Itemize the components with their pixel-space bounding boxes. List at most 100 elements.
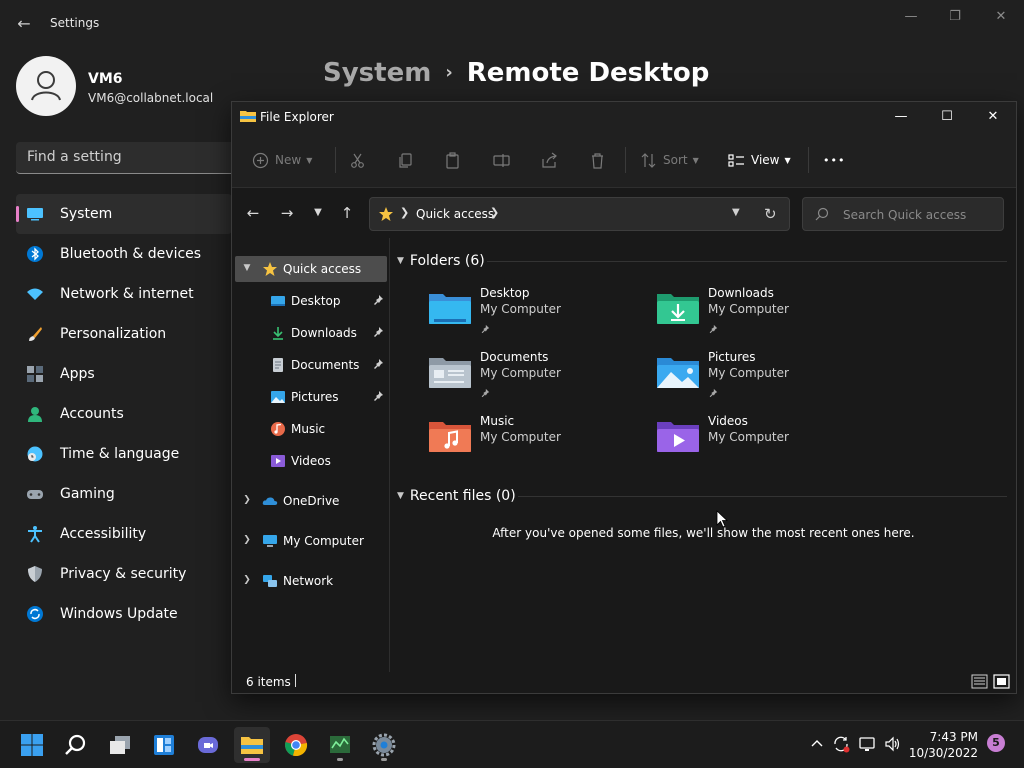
close-icon[interactable]: ✕: [970, 102, 1016, 132]
folder-tile-documents[interactable]: Documents My Computer: [428, 350, 638, 410]
settings-nav-bluetooth[interactable]: Bluetooth & devices: [16, 234, 232, 274]
chevron-down-icon[interactable]: ▼: [397, 491, 404, 501]
copy-button[interactable]: [397, 149, 414, 171]
folder-tile-pictures[interactable]: Pictures My Computer: [656, 350, 866, 410]
chevron-up-icon[interactable]: [808, 735, 826, 753]
recent-files-group-header[interactable]: ▼ Recent files (0): [397, 485, 516, 507]
picture-icon: [270, 389, 286, 405]
folder-tile-desktop[interactable]: Desktop My Computer: [428, 286, 638, 346]
tree-item-downloads[interactable]: Downloads: [235, 320, 387, 346]
settings-nav-windows-update[interactable]: Windows Update: [16, 594, 232, 634]
settings-nav-personalization[interactable]: Personalization: [16, 314, 232, 354]
search-placeholder: Search Quick access: [843, 208, 967, 222]
tree-item-music[interactable]: Music: [235, 416, 387, 442]
apps-icon: [26, 365, 44, 383]
star-icon: [262, 261, 278, 277]
tree-item-pictures[interactable]: Pictures: [235, 384, 387, 410]
chevron-right-icon[interactable]: ❯: [490, 206, 499, 219]
explorer-titlebar[interactable]: File Explorer — ☐ ✕: [232, 102, 1016, 132]
pictures-folder-icon: [656, 354, 700, 392]
music-icon: [270, 421, 286, 437]
folder-tile-music[interactable]: Music My Computer: [428, 414, 638, 474]
address-location[interactable]: Quick access: [416, 207, 494, 221]
rename-button[interactable]: [493, 149, 510, 171]
settings-search-input[interactable]: Find a setting: [16, 142, 232, 174]
settings-nav-apps[interactable]: Apps: [16, 354, 232, 394]
new-button[interactable]: New ▼: [252, 149, 312, 171]
start-button[interactable]: [14, 727, 50, 763]
sync-icon[interactable]: [832, 735, 850, 753]
tree-item-documents[interactable]: Documents: [235, 352, 387, 378]
avatar[interactable]: [16, 56, 76, 116]
settings-nav-privacy-security[interactable]: Privacy & security: [16, 554, 232, 594]
settings-nav-label: Privacy & security: [60, 566, 187, 582]
settings-nav-system[interactable]: System: [16, 194, 232, 234]
folder-tile-videos[interactable]: Videos My Computer: [656, 414, 866, 474]
chevron-right-icon[interactable]: ❯: [241, 534, 253, 546]
taskbar-search-button[interactable]: [58, 727, 94, 763]
tree-label: Downloads: [291, 326, 357, 340]
taskbar-chrome[interactable]: [278, 727, 314, 763]
volume-icon[interactable]: [884, 735, 902, 753]
clock-date[interactable]: 10/30/2022: [909, 746, 978, 760]
more-options-icon[interactable]: •••: [823, 149, 845, 171]
taskbar-settings[interactable]: [366, 727, 402, 763]
details-view-icon[interactable]: [971, 674, 988, 689]
back-arrow-icon[interactable]: ←: [243, 203, 263, 223]
widgets-button[interactable]: [146, 727, 182, 763]
cut-button[interactable]: [349, 149, 366, 171]
navigation-bar: ← → ▼ ↑ ❯ Quick access ❯ ▼ ↻ Search Quic…: [232, 188, 1016, 238]
maximize-icon[interactable]: ☐: [924, 102, 970, 132]
chevron-right-icon[interactable]: ❯: [400, 206, 409, 219]
back-arrow-icon[interactable]: ←: [14, 12, 34, 36]
chevron-down-icon[interactable]: ▼: [732, 207, 740, 218]
chevron-down-icon[interactable]: ▼: [397, 256, 404, 266]
forward-arrow-icon[interactable]: →: [277, 203, 297, 223]
restore-icon[interactable]: ❐: [940, 6, 970, 28]
taskbar-file-explorer[interactable]: [234, 727, 270, 763]
share-button[interactable]: [541, 149, 558, 171]
explorer-title: File Explorer: [260, 110, 334, 124]
pin-icon: [480, 319, 490, 334]
tree-item-videos[interactable]: Videos: [235, 448, 387, 474]
notification-badge[interactable]: 5: [987, 734, 1005, 752]
settings-nav-network[interactable]: Network & internet: [16, 274, 232, 314]
chat-button[interactable]: [190, 727, 226, 763]
item-count: 6 items: [246, 675, 291, 689]
minimize-icon[interactable]: —: [878, 102, 924, 132]
chevron-right-icon[interactable]: ❯: [241, 494, 253, 506]
search-input[interactable]: Search Quick access: [802, 197, 1004, 231]
taskbar-task-manager[interactable]: [322, 727, 358, 763]
up-arrow-icon[interactable]: ↑: [337, 203, 357, 223]
sort-button[interactable]: Sort ▼: [640, 149, 699, 171]
settings-nav-gaming[interactable]: Gaming: [16, 474, 232, 514]
chevron-down-icon[interactable]: ▼: [241, 262, 253, 274]
breadcrumb-parent[interactable]: System: [323, 58, 431, 88]
chevron-right-icon[interactable]: ❯: [241, 574, 253, 586]
settings-nav-accounts[interactable]: Accounts: [16, 394, 232, 434]
star-icon: [379, 207, 393, 221]
view-button[interactable]: View ▼: [728, 149, 791, 171]
address-bar[interactable]: ❯ Quick access ❯ ▼ ↻: [369, 197, 790, 231]
network-icon[interactable]: [859, 735, 877, 753]
paste-button[interactable]: [444, 149, 461, 171]
clock-time[interactable]: 7:43 PM: [930, 730, 978, 744]
tree-item-quick-access[interactable]: ▼ Quick access: [235, 256, 387, 282]
tree-item-network[interactable]: ❯ Network: [235, 568, 387, 594]
task-view-button[interactable]: [102, 727, 138, 763]
recent-locations-chevron-icon[interactable]: ▼: [308, 203, 328, 223]
refresh-icon[interactable]: ↻: [764, 205, 777, 223]
update-icon: [26, 605, 44, 623]
tree-item-onedrive[interactable]: ❯ OneDrive: [235, 488, 387, 514]
tree-item-my-computer[interactable]: ❯ My Computer: [235, 528, 387, 554]
settings-nav-accessibility[interactable]: Accessibility: [16, 514, 232, 554]
tree-item-desktop[interactable]: Desktop: [235, 288, 387, 314]
close-icon[interactable]: ✕: [986, 6, 1016, 28]
settings-nav-time-language[interactable]: Time & language: [16, 434, 232, 474]
folders-header-label: Folders (6): [409, 253, 485, 269]
large-icons-view-icon[interactable]: [993, 674, 1010, 689]
folders-group-header[interactable]: ▼ Folders (6): [397, 250, 485, 272]
folder-tile-downloads[interactable]: Downloads My Computer: [656, 286, 866, 346]
delete-button[interactable]: [589, 149, 606, 171]
minimize-icon[interactable]: —: [896, 6, 926, 28]
